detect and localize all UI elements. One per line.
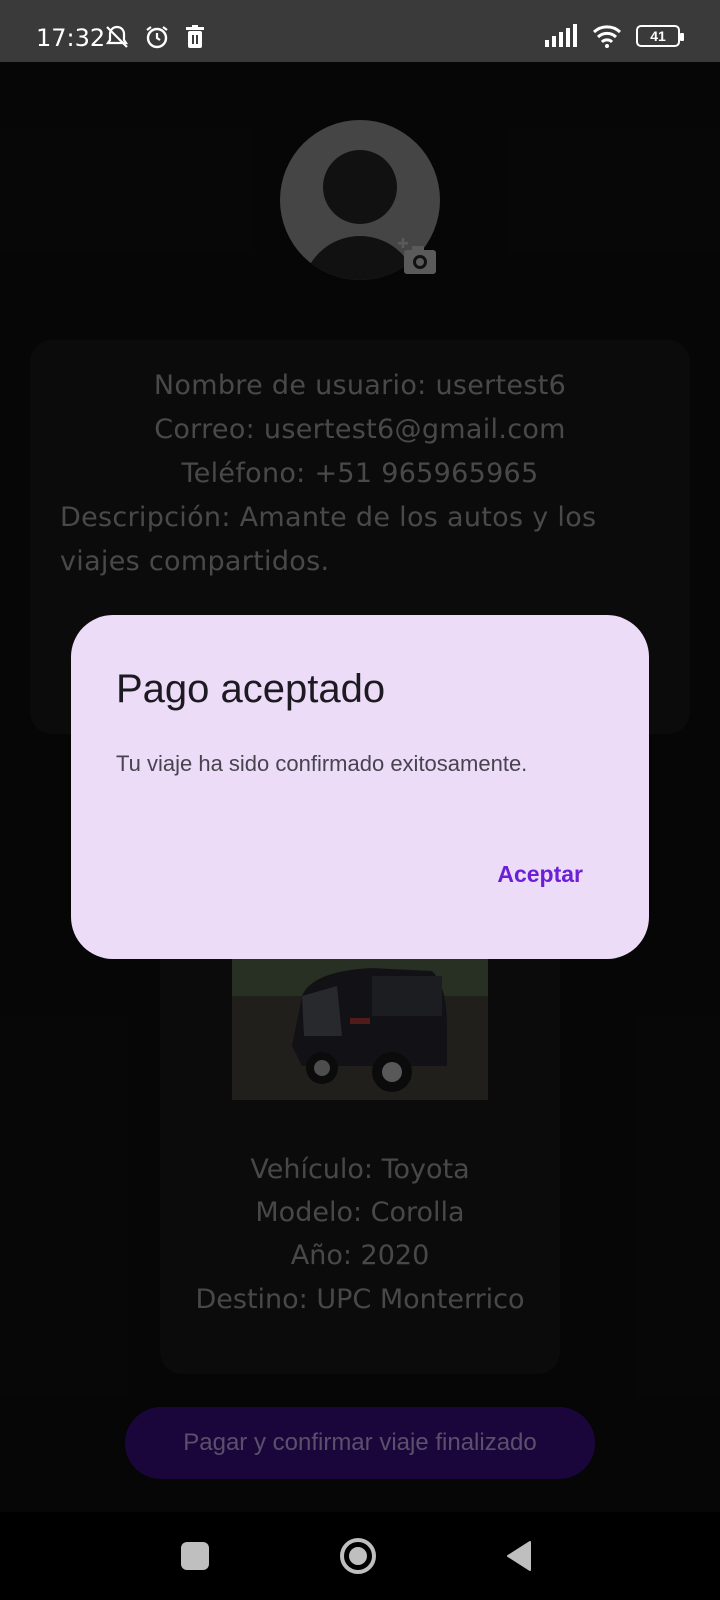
wifi-icon [592, 25, 622, 48]
trash-icon [186, 25, 204, 48]
mute-icon [105, 25, 129, 48]
battery-icon: 41 [636, 25, 684, 47]
signal-icon [545, 24, 577, 47]
status-bar: 17:32 41 [0, 0, 720, 62]
accept-button[interactable]: Aceptar [497, 861, 583, 888]
dialog-message: Tu viaje ha sido confirmado exitosamente… [116, 751, 528, 776]
status-icons-left [104, 24, 206, 50]
payment-dialog: Pago aceptado Tu viaje ha sido confirmad… [71, 615, 649, 959]
alarm-icon [146, 26, 168, 49]
dialog-title: Pago aceptado [116, 667, 386, 711]
back-button[interactable] [504, 1540, 534, 1572]
status-icons-right: 41 [544, 24, 684, 48]
home-button[interactable] [339, 1537, 377, 1575]
status-time: 17:32 [36, 24, 106, 52]
recents-button[interactable] [181, 1542, 209, 1570]
navigation-bar [0, 1512, 720, 1600]
